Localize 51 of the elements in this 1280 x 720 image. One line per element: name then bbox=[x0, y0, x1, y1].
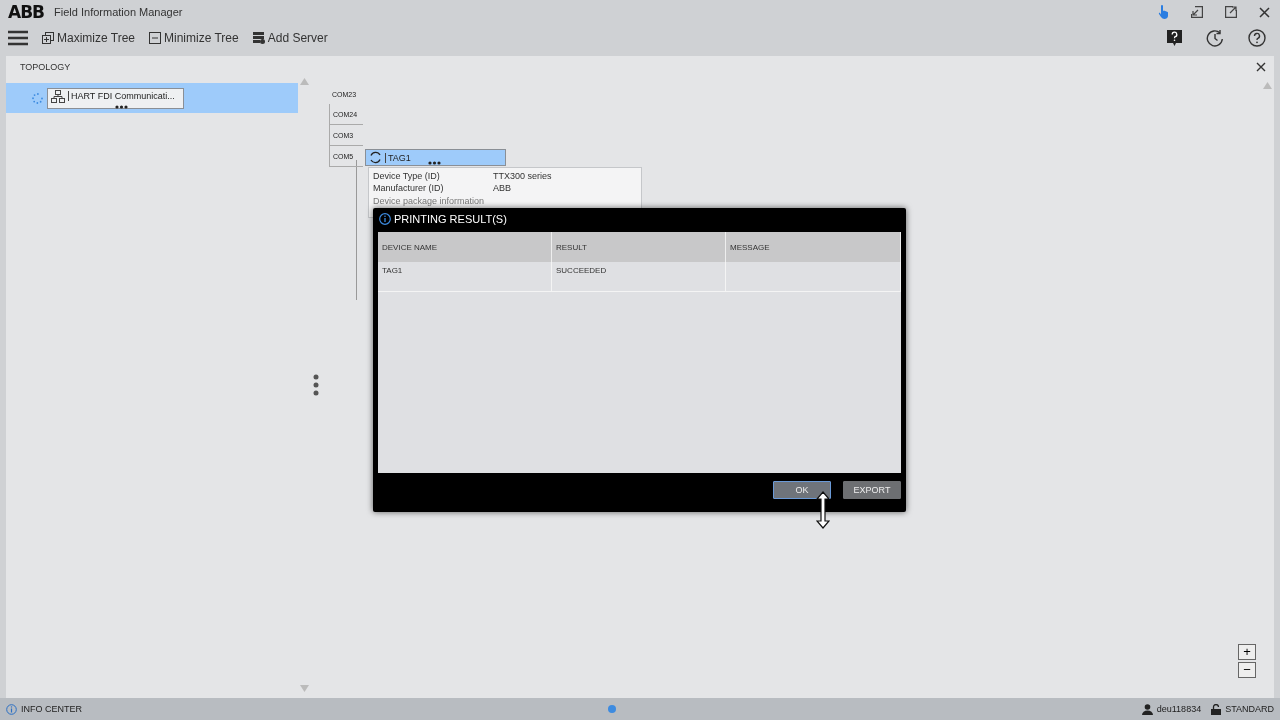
network-icon bbox=[51, 89, 65, 103]
help-icon[interactable] bbox=[1248, 29, 1266, 47]
refresh-icon bbox=[369, 151, 382, 164]
column-header: MESSAGE bbox=[726, 232, 901, 262]
dialog-button[interactable]: OK bbox=[773, 481, 831, 499]
info-icon bbox=[379, 213, 391, 225]
splitter-handle-icon[interactable] bbox=[313, 374, 319, 396]
restore-icon[interactable] bbox=[1191, 6, 1203, 18]
property-label: Device Type (ID) bbox=[373, 171, 441, 182]
window-title: Field Information Manager bbox=[54, 6, 183, 18]
zoom-button[interactable]: + bbox=[1238, 644, 1256, 660]
spinner-icon bbox=[32, 92, 43, 104]
dialog-title: PRINTING RESULT(S) bbox=[394, 213, 507, 225]
close-icon[interactable] bbox=[1259, 6, 1270, 18]
history-icon[interactable] bbox=[1206, 29, 1224, 47]
hand-pointer-icon[interactable] bbox=[1158, 5, 1169, 19]
property-value: TTX300 series bbox=[493, 171, 553, 182]
external-link-icon[interactable] bbox=[1225, 6, 1237, 18]
zoom-button[interactable]: − bbox=[1238, 662, 1256, 678]
menu-icon[interactable] bbox=[8, 30, 28, 46]
collapse-icon bbox=[149, 32, 162, 44]
user-name: deu118834 bbox=[1156, 704, 1202, 714]
help-bubble-icon[interactable] bbox=[1167, 29, 1182, 47]
column-header: DEVICE NAME bbox=[378, 232, 552, 262]
more-dots-icon[interactable] bbox=[428, 161, 441, 165]
panel-title: TOPOLOGY bbox=[20, 62, 71, 72]
property-label: Manufacturer (ID) bbox=[373, 183, 445, 194]
device-node[interactable]: TAG1 bbox=[365, 149, 506, 166]
table-cell: SUCCEEDED bbox=[552, 262, 726, 292]
property-value: ABB bbox=[493, 183, 512, 194]
server-icon bbox=[252, 32, 265, 44]
device-tag: TAG1 bbox=[385, 152, 411, 163]
toolbar-button[interactable]: Add Server bbox=[252, 29, 328, 47]
padlock-icon bbox=[1211, 703, 1222, 715]
toolbar-button[interactable]: Minimize Tree bbox=[149, 29, 239, 47]
info-center-label[interactable]: INFO CENTER bbox=[21, 704, 82, 714]
more-dots-icon[interactable] bbox=[115, 104, 129, 109]
access-mode: STANDARD bbox=[1225, 704, 1274, 714]
tree-item[interactable]: HART FDI Communicati... bbox=[6, 83, 298, 113]
close-icon[interactable] bbox=[1256, 62, 1266, 72]
app-logo: ABB bbox=[8, 2, 45, 22]
dialog-button[interactable]: EXPORT bbox=[843, 481, 901, 499]
table-cell: TAG1 bbox=[378, 262, 552, 292]
page-indicator-dot bbox=[607, 705, 616, 713]
column-header: RESULT bbox=[552, 232, 726, 262]
toolbar-button[interactable]: Maximize Tree bbox=[42, 29, 136, 47]
section-heading: Device package information bbox=[373, 196, 486, 207]
tree-node[interactable]: HART FDI Communicati... bbox=[47, 87, 184, 109]
user-icon bbox=[1141, 703, 1153, 715]
stack-icon bbox=[42, 32, 54, 44]
resize-cursor-icon bbox=[816, 491, 830, 529]
